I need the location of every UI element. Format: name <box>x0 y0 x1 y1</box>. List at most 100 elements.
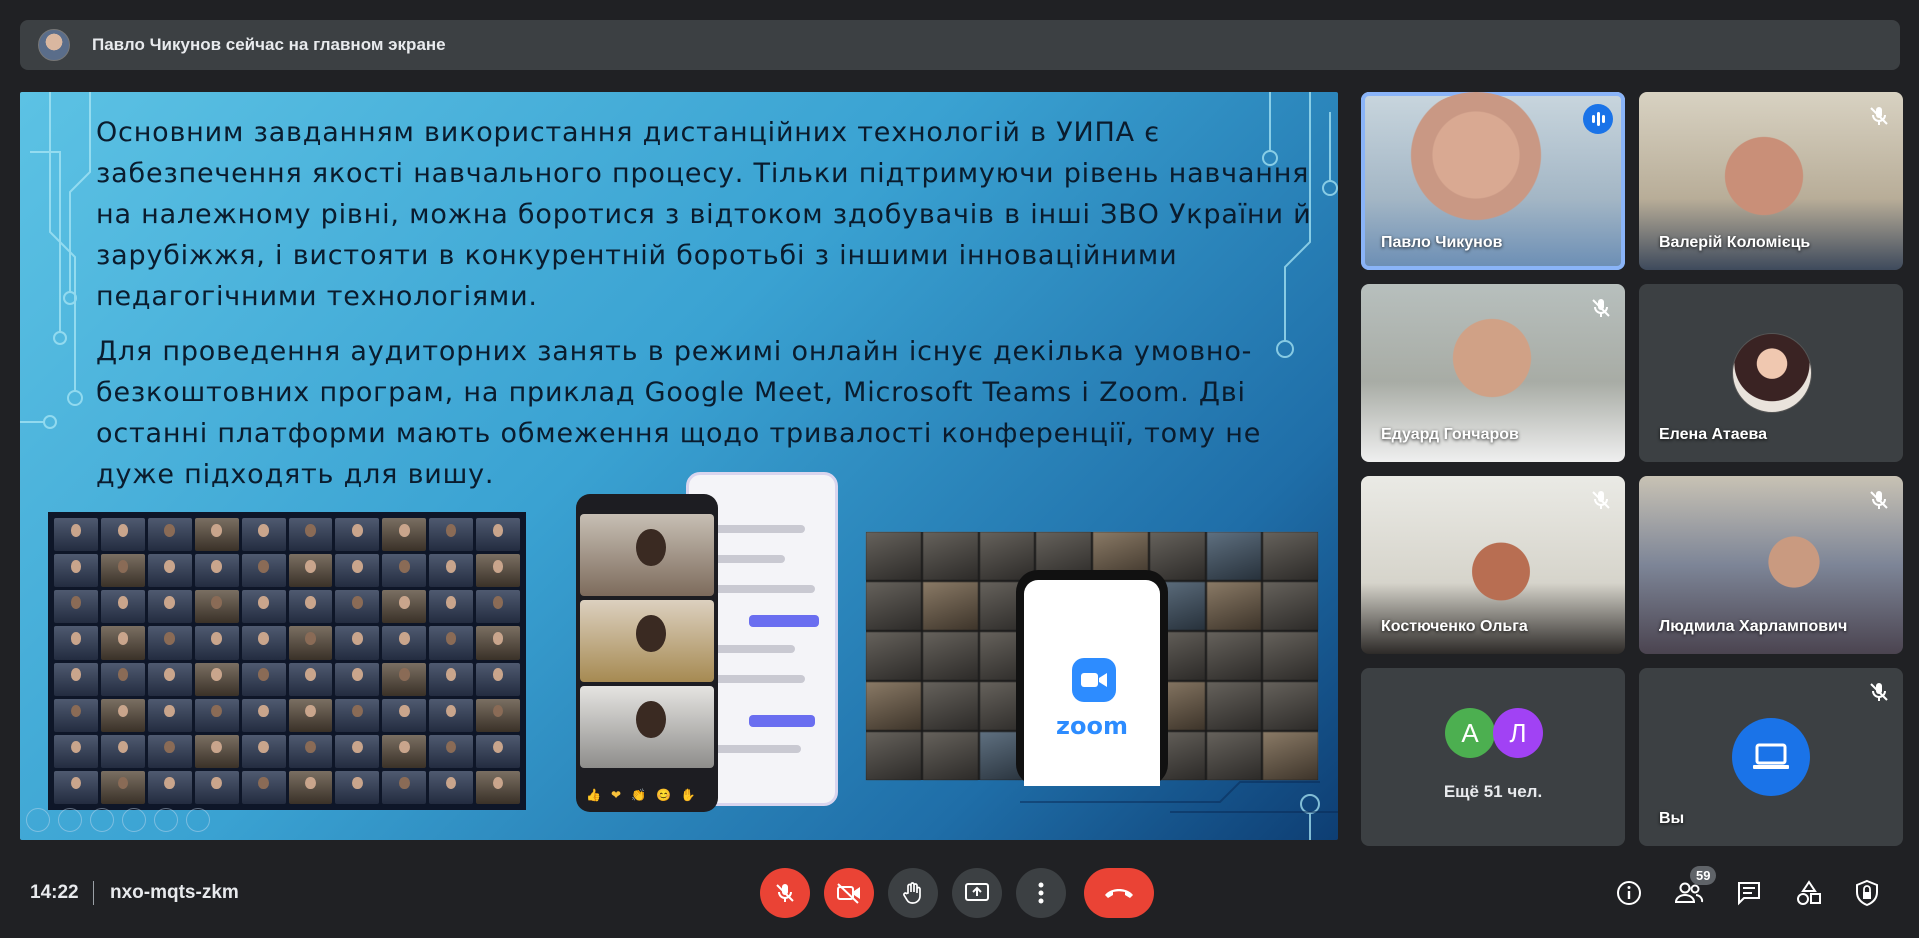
camera-off-icon <box>837 883 860 904</box>
video-thumbnail <box>1206 532 1262 580</box>
participant-name: Павло Чикунов <box>1381 234 1503 251</box>
zoom-camera-icon <box>1072 658 1116 702</box>
participant-tile[interactable]: Едуард Гончаров <box>1361 284 1625 462</box>
leave-call-button[interactable] <box>1084 868 1154 918</box>
more-participants-tile[interactable]: А Л Ещё 51 чел. <box>1361 668 1625 846</box>
video-thumbnail <box>382 554 427 588</box>
slide-paragraph-1: Основним завданням використання дистанці… <box>96 117 1312 312</box>
video-thumbnail <box>382 590 427 624</box>
raise-hand-button[interactable] <box>888 868 938 918</box>
activities-button[interactable] <box>1794 878 1824 908</box>
participant-name: Вы <box>1659 810 1685 827</box>
video-thumbnail <box>382 626 427 660</box>
video-thumbnail <box>54 662 98 696</box>
slide-paragraph-2: Для проведення аудиторних занять в режим… <box>96 336 1262 490</box>
slide-zoom-icon[interactable] <box>154 808 178 832</box>
video-thumbnail <box>429 590 474 624</box>
video-thumbnail <box>476 590 520 624</box>
video-thumbnail <box>922 682 978 730</box>
present-screen-button[interactable] <box>952 868 1002 918</box>
self-tile[interactable]: Вы <box>1639 668 1903 846</box>
video-thumbnail <box>147 734 192 768</box>
video-thumbnail <box>866 582 921 630</box>
participant-tile[interactable]: Павло Чикунов <box>1361 92 1625 270</box>
mic-off-icon <box>1870 491 1888 509</box>
video-thumbnail <box>54 734 98 768</box>
video-thumbnail <box>147 518 192 552</box>
video-thumbnail <box>429 698 474 732</box>
meeting-time: 14:22 <box>30 882 79 903</box>
video-thumbnail <box>288 590 333 624</box>
video-thumbnail <box>100 770 145 804</box>
video-thumbnail <box>335 698 380 732</box>
video-thumbnail <box>288 662 333 696</box>
video-thumbnail <box>54 590 98 624</box>
video-thumbnail <box>54 518 98 552</box>
video-thumbnail <box>1263 732 1318 780</box>
participant-tile[interactable]: Валерій Коломієць <box>1639 92 1903 270</box>
video-thumbnail <box>288 734 333 768</box>
video-thumbnail <box>335 554 380 588</box>
initial-avatar: Л <box>1493 708 1543 758</box>
video-thumbnail <box>429 734 474 768</box>
mic-off-icon <box>776 884 794 902</box>
video-thumbnail <box>100 554 145 588</box>
video-thumbnail <box>194 770 239 804</box>
video-thumbnail <box>922 732 978 780</box>
video-thumbnail <box>382 662 427 696</box>
video-thumbnail <box>100 590 145 624</box>
video-thumbnail <box>54 770 98 804</box>
video-thumbnail <box>194 554 239 588</box>
video-thumbnail <box>866 532 921 580</box>
slide-toolbar[interactable] <box>26 808 210 832</box>
video-thumbnail <box>288 698 333 732</box>
participant-name: Костюченко Ольга <box>1381 618 1528 635</box>
video-thumbnail <box>194 590 239 624</box>
video-thumbnail <box>147 770 192 804</box>
video-thumbnail <box>1206 632 1262 680</box>
meeting-code: nxo-mqts-zkm <box>110 882 239 903</box>
video-thumbnail <box>335 770 380 804</box>
slide-text: Основним завданням використання дистанці… <box>96 112 1316 509</box>
host-controls-button[interactable] <box>1852 878 1882 908</box>
video-thumbnail <box>194 626 239 660</box>
video-thumbnail <box>476 734 520 768</box>
video-thumbnail <box>288 518 333 552</box>
more-vert-icon <box>1038 882 1044 904</box>
video-thumbnail <box>1206 582 1262 630</box>
participant-tile[interactable]: Костюченко Ольга <box>1361 476 1625 654</box>
participant-tile[interactable]: Людмила Харлампович <box>1639 476 1903 654</box>
slide-pen-icon[interactable] <box>90 808 114 832</box>
slide-next-icon[interactable] <box>58 808 82 832</box>
mic-toggle-button[interactable] <box>760 868 810 918</box>
video-thumbnail <box>147 698 192 732</box>
slide-grid-icon[interactable] <box>122 808 146 832</box>
video-thumbnail <box>429 554 474 588</box>
video-thumbnail <box>866 732 921 780</box>
video-thumbnail <box>241 662 286 696</box>
video-thumbnail <box>288 770 333 804</box>
video-thumbnail <box>866 682 921 730</box>
video-thumbnail <box>1263 682 1318 730</box>
initial-avatar: А <box>1445 708 1495 758</box>
video-thumbnail <box>429 626 474 660</box>
participant-tile[interactable]: Елена Атаева <box>1639 284 1903 462</box>
video-thumbnail <box>476 626 520 660</box>
chat-button[interactable] <box>1734 878 1764 908</box>
video-thumbnail <box>288 626 333 660</box>
video-thumbnail <box>382 770 427 804</box>
mic-off-icon <box>1592 491 1610 509</box>
video-thumbnail <box>147 590 192 624</box>
divider <box>93 881 94 905</box>
video-thumbnail <box>1263 532 1318 580</box>
camera-toggle-button[interactable] <box>824 868 874 918</box>
meeting-details-button[interactable] <box>1614 878 1644 908</box>
slide-more-icon[interactable] <box>186 808 210 832</box>
video-thumbnail <box>194 662 239 696</box>
slide-prev-icon[interactable] <box>26 808 50 832</box>
speaking-indicator-icon <box>1583 104 1613 134</box>
video-thumbnail <box>1206 732 1262 780</box>
participant-name: Валерій Коломієць <box>1659 234 1811 251</box>
video-thumbnail <box>476 554 520 588</box>
more-options-button[interactable] <box>1016 868 1066 918</box>
